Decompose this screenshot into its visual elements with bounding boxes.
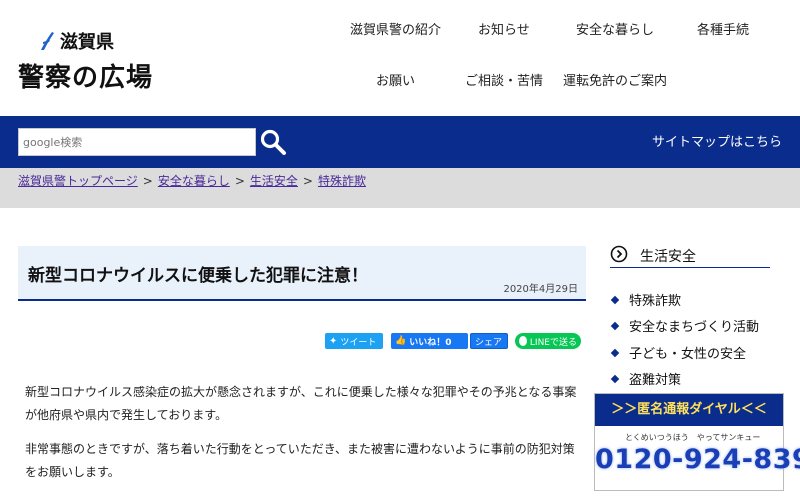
page-title: 新型コロナウイルスに便乗した犯罪に注意！ — [28, 266, 368, 286]
nav-item-procedures[interactable]: 各種手続 — [697, 19, 749, 38]
breadcrumb-link-life-safety[interactable]: 生活安全 — [250, 174, 298, 188]
line-send-button[interactable]: LINEで送る — [515, 333, 581, 349]
tweet-button[interactable]: ✦ ツイート — [325, 333, 383, 349]
diamond-bullet-icon — [610, 295, 620, 305]
banner-title: ＞＞匿名通報ダイヤル＜＜ — [595, 394, 783, 426]
breadcrumb-separator: > — [302, 174, 313, 188]
nav-item-intro[interactable]: 滋賀県警の紹介 — [350, 19, 441, 38]
diamond-bullet-icon — [610, 321, 620, 331]
sidebar-item-safe-town[interactable]: 安全なまちづくり活動 — [610, 316, 760, 335]
line-label: LINEで送る — [529, 337, 577, 348]
article-title-box: 新型コロナウイルスに便乗した犯罪に注意！ 2020年4月29日 — [18, 246, 586, 301]
site-title[interactable]: 警察の広場 — [18, 57, 153, 94]
article-paragraph: 新型コロナウイルス感染症の拡大が懸念されますが、これに便乗した様々な犯罪やその予… — [25, 385, 577, 422]
search-icon — [260, 129, 286, 155]
breadcrumb: 滋賀県警トップページ > 安全な暮らし > 生活安全 > 特殊詐欺 — [18, 172, 366, 189]
shiga-mark-icon — [41, 32, 54, 50]
diamond-bullet-icon — [610, 374, 620, 384]
breadcrumb-link-top[interactable]: 滋賀県警トップページ — [18, 174, 138, 188]
share-label: シェア — [475, 337, 503, 348]
sidebar-item-label: 安全なまちづくり活動 — [629, 320, 760, 335]
sidebar-item-theft[interactable]: 盗難対策 — [610, 369, 682, 388]
breadcrumb-link-fraud[interactable]: 特殊詐欺 — [318, 174, 366, 188]
sidebar-item-label: 子ども・女性の安全 — [629, 347, 747, 362]
site-logo[interactable]: 滋賀県 — [38, 28, 114, 54]
publish-date: 2020年4月29日 — [503, 284, 578, 295]
sidebar-item-label: 特殊詐欺 — [629, 294, 682, 309]
facebook-like-button[interactable]: 👍 いいね！0 — [391, 333, 468, 349]
breadcrumb-separator: > — [142, 174, 153, 188]
tweet-label: ツイート — [340, 337, 377, 348]
sidebar-item-children-women[interactable]: 子ども・女性の安全 — [610, 343, 747, 362]
sidebar-item-label: 盗難対策 — [629, 373, 682, 388]
like-label: いいね！0 — [409, 337, 452, 348]
prefecture-name: 滋賀県 — [60, 32, 114, 53]
breadcrumb-link-safe-life[interactable]: 安全な暮らし — [158, 174, 230, 188]
chevron-circle-icon — [610, 245, 628, 263]
banner-phone-number: 0120-924-839 — [595, 444, 800, 475]
diamond-bullet-icon — [610, 348, 620, 358]
anonymous-report-banner[interactable]: ＞＞匿名通報ダイヤル＜＜ とくめいつうほう やってサンキュー 0120-924-… — [594, 393, 800, 491]
thumbs-up-icon: 👍 — [395, 336, 407, 346]
article-paragraph: 非常事態のときですが、落ち着いた行動をとっていただき、また被害に遭わないように事… — [25, 442, 575, 479]
sidebar-heading-label: 生活安全 — [640, 249, 696, 265]
twitter-bird-icon: ✦ — [329, 335, 338, 347]
sitemap-link[interactable]: サイトマップはこちら — [652, 131, 782, 150]
nav-item-news[interactable]: お知らせ — [478, 19, 530, 38]
nav-item-requests[interactable]: お願い — [376, 70, 415, 89]
nav-item-consultation[interactable]: ご相談・苦情 — [465, 70, 543, 89]
line-icon — [519, 336, 527, 346]
nav-item-safe-life[interactable]: 安全な暮らし — [576, 19, 654, 38]
breadcrumb-separator: > — [234, 174, 245, 188]
sidebar-heading[interactable]: 生活安全 — [610, 244, 770, 268]
nav-item-license[interactable]: 運転免許のご案内 — [563, 70, 667, 89]
banner-reading: とくめいつうほう やってサンキュー — [625, 433, 761, 442]
search-button[interactable] — [259, 128, 287, 156]
facebook-share-button[interactable]: シェア — [470, 333, 508, 349]
sidebar-item-fraud[interactable]: 特殊詐欺 — [610, 290, 682, 309]
search-input[interactable] — [18, 128, 256, 156]
